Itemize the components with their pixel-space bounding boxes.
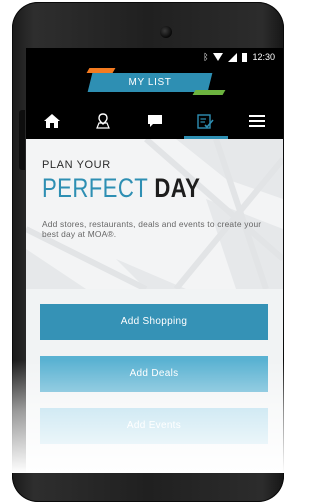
app-screen: ᛒ 12:30 MY LIST PLAN YOUR PERFECT DAY Ad… [26, 48, 283, 473]
chat-icon [147, 115, 162, 127]
hero-kicker: PLAN YOUR [42, 159, 111, 171]
headline-word-perfect: PERFECT [42, 173, 148, 203]
battery-icon [242, 52, 248, 62]
side-button [19, 110, 25, 170]
add-shopping-button[interactable]: Add Shopping [40, 304, 268, 340]
bluetooth-icon: ᛒ [203, 52, 209, 62]
home-icon [43, 114, 60, 128]
status-time: 12:30 [252, 52, 275, 62]
add-deals-button[interactable]: Add Deals [40, 356, 268, 392]
camera-icon [160, 26, 172, 38]
hero-headline: PERFECT DAY [42, 173, 200, 203]
nav-bar [26, 103, 283, 139]
add-events-button[interactable]: Add Events [40, 408, 268, 444]
map-icon [96, 113, 110, 129]
nav-chat[interactable] [129, 103, 180, 139]
status-bar: ᛒ 12:30 [26, 48, 283, 67]
nav-my-list[interactable] [180, 103, 231, 139]
signal-icon [228, 52, 238, 62]
hero-description: Add stores, restaurants, deals and event… [42, 219, 262, 239]
my-list-icon [197, 113, 215, 129]
menu-icon [249, 115, 266, 127]
headline-word-day: DAY [154, 173, 201, 203]
nav-menu[interactable] [232, 103, 283, 139]
hero-section: PLAN YOUR PERFECT DAY Add stores, restau… [26, 139, 283, 289]
nav-home[interactable] [26, 103, 77, 139]
nav-map[interactable] [77, 103, 128, 139]
wifi-icon [213, 53, 224, 61]
app-header: MY LIST [26, 67, 283, 103]
page-title: MY LIST [128, 77, 172, 88]
